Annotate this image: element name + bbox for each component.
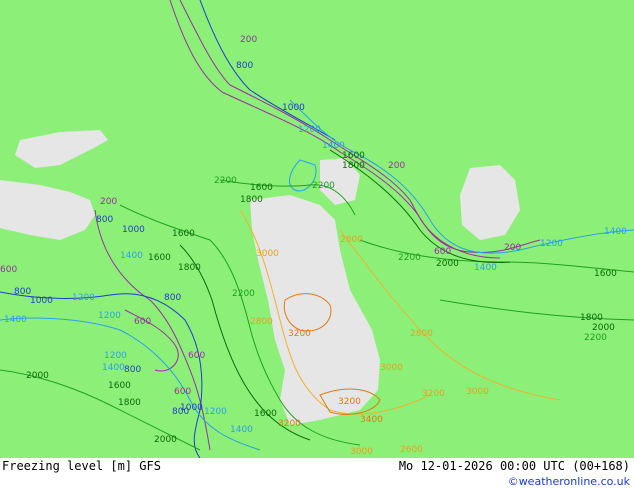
- contour-label: 1400: [4, 315, 27, 325]
- contour-label: 1400: [120, 251, 143, 261]
- contour-label: 1400: [230, 425, 253, 435]
- map-title: Freezing level [m] GFS: [2, 459, 161, 473]
- contour-label: 1000: [122, 225, 145, 235]
- contour-label: 1400: [474, 263, 497, 273]
- contour-label: 1600: [148, 253, 171, 263]
- contour-label: 1200: [298, 125, 321, 135]
- contour-label: 600: [0, 265, 17, 275]
- contour-label: 2000: [154, 435, 177, 445]
- contour-label: 800: [96, 215, 113, 225]
- contour-label: 1600: [172, 229, 195, 239]
- contour-label: 800: [236, 61, 253, 71]
- contour-label: 1800: [178, 263, 201, 273]
- contour-label: 1800: [342, 161, 365, 171]
- contour-label: 1000: [180, 403, 203, 413]
- contour-label: 1600: [254, 409, 277, 419]
- contour-label: 2000: [26, 371, 49, 381]
- contour-label: 3200: [338, 397, 361, 407]
- contour-label: 3200: [288, 329, 311, 339]
- contour-label: 1200: [98, 311, 121, 321]
- contour-label: 2200: [584, 333, 607, 343]
- contour-label: 600: [134, 317, 151, 327]
- contour-label: 1400: [604, 227, 627, 237]
- contour-label: 3200: [278, 419, 301, 429]
- contour-label: 200: [504, 243, 521, 253]
- freezing-level-map: 200 800 1000 1200 1400 1600 1800 200 220…: [0, 0, 634, 458]
- contour-label: 2200: [312, 181, 335, 191]
- contour-label: 2200: [398, 253, 421, 263]
- contour-label: 200: [100, 197, 117, 207]
- contour-label: 1800: [580, 313, 603, 323]
- contour-label: 1200: [72, 293, 95, 303]
- contour-label: 200: [240, 35, 257, 45]
- contour-label: 1000: [30, 296, 53, 306]
- contour-label: 800: [14, 287, 31, 297]
- contour-label: 800: [124, 365, 141, 375]
- contour-label: 1600: [594, 269, 617, 279]
- contour-label: 600: [174, 387, 191, 397]
- contour-label: 1800: [240, 195, 263, 205]
- contour-label: 600: [434, 247, 451, 257]
- contour-label: 1000: [282, 103, 305, 113]
- contour-label: 3000: [350, 447, 373, 457]
- contour-label: 3400: [360, 415, 383, 425]
- contour-label: 2800: [250, 317, 273, 327]
- contour-label: 1600: [342, 151, 365, 161]
- contour-label: 1600: [250, 183, 273, 193]
- contour-label: 600: [188, 351, 205, 361]
- map-footer: Freezing level [m] GFS Mo 12-01-2026 00:…: [0, 458, 634, 490]
- contour-label: 800: [164, 293, 181, 303]
- contour-label: 3000: [380, 363, 403, 373]
- contour-label: 2200: [232, 289, 255, 299]
- contour-label: 1200: [204, 407, 227, 417]
- forecast-datetime: Mo 12-01-2026 00:00 UTC (00+168): [398, 459, 630, 473]
- contour-label: 1200: [540, 239, 563, 249]
- contour-label: 1800: [118, 398, 141, 408]
- contour-label: 3000: [256, 249, 279, 259]
- contour-label: 200: [388, 161, 405, 171]
- contour-label: 1400: [102, 363, 125, 373]
- contour-label: 1600: [108, 381, 131, 391]
- contour-label: 2200: [214, 176, 237, 186]
- contour-label: 2800: [340, 235, 363, 245]
- contour-label: 1200: [104, 351, 127, 361]
- contour-label: 2000: [436, 259, 459, 269]
- contour-label: 3000: [466, 387, 489, 397]
- contour-label: 3200: [422, 389, 445, 399]
- contour-label: 2800: [410, 329, 433, 339]
- credit-link[interactable]: ©weatheronline.co.uk: [508, 475, 630, 488]
- contour-label: 2000: [592, 323, 615, 333]
- contour-label: 1400: [322, 141, 345, 151]
- contour-label: 2600: [400, 445, 423, 455]
